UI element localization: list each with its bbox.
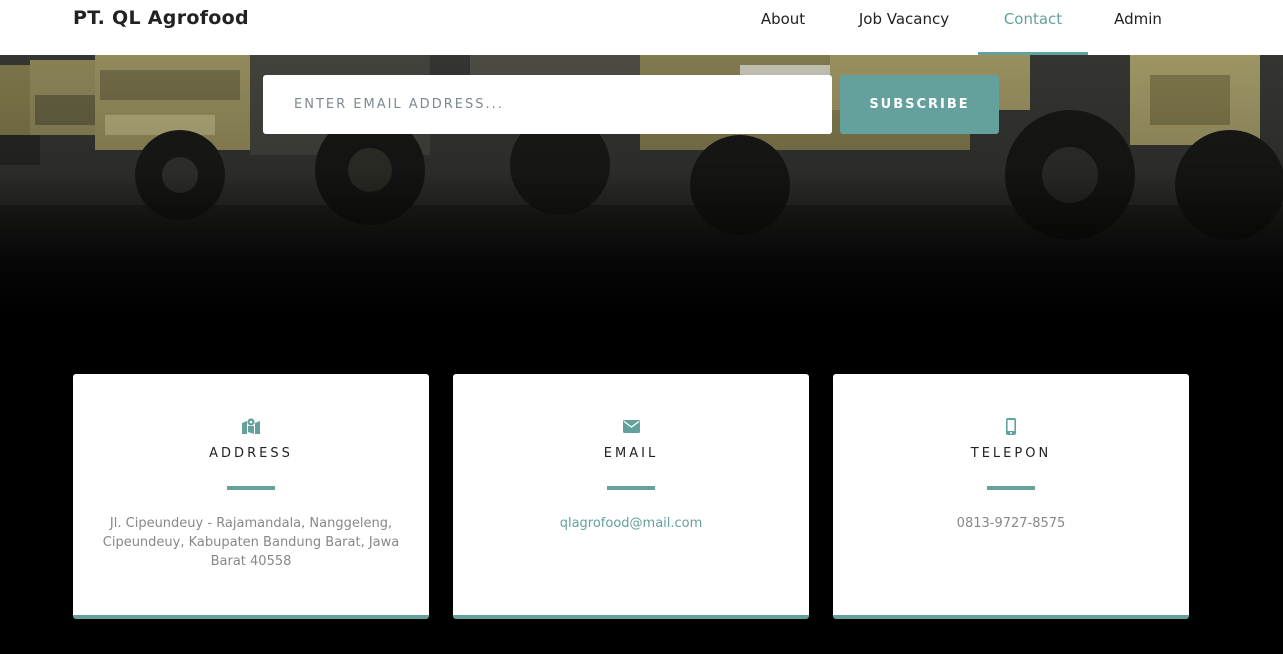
contact-card-email: EMAIL qlagrofood@mail.com (453, 374, 809, 619)
address-text: Jl. Cipeundeuy - Rajamandala, Nanggeleng… (102, 516, 400, 569)
card-title-telepon: TELEPON (970, 446, 1052, 461)
nav-item-job-vacancy[interactable]: Job Vacancy (855, 0, 953, 55)
card-divider (227, 486, 275, 490)
card-divider (987, 486, 1035, 490)
card-divider (607, 486, 655, 490)
phone-text: 0813-9727-8575 (956, 516, 1066, 531)
envelope-icon (453, 417, 809, 435)
nav-item-admin[interactable]: Admin (1112, 0, 1164, 55)
contact-card-telepon: TELEPON 0813-9727-8575 (833, 374, 1189, 619)
card-title-address: ADDRESS (209, 446, 293, 461)
subscribe-button[interactable]: SUBSCRIBE (840, 75, 999, 134)
email-link[interactable]: qlagrofood@mail.com (477, 514, 785, 533)
map-marked-icon (73, 417, 429, 435)
brand-logo-text[interactable]: PT. QL Agrofood (73, 7, 249, 29)
nav-item-contact[interactable]: Contact (978, 0, 1088, 55)
mobile-phone-icon (833, 417, 1189, 435)
email-input[interactable] (263, 75, 832, 134)
nav-item-about[interactable]: About (759, 0, 807, 55)
navbar: PT. QL Agrofood About Job Vacancy Contac… (0, 0, 1283, 55)
contact-card-address: ADDRESS Jl. Cipeundeuy - Rajamandala, Na… (73, 374, 429, 619)
card-title-email: EMAIL (603, 446, 659, 461)
